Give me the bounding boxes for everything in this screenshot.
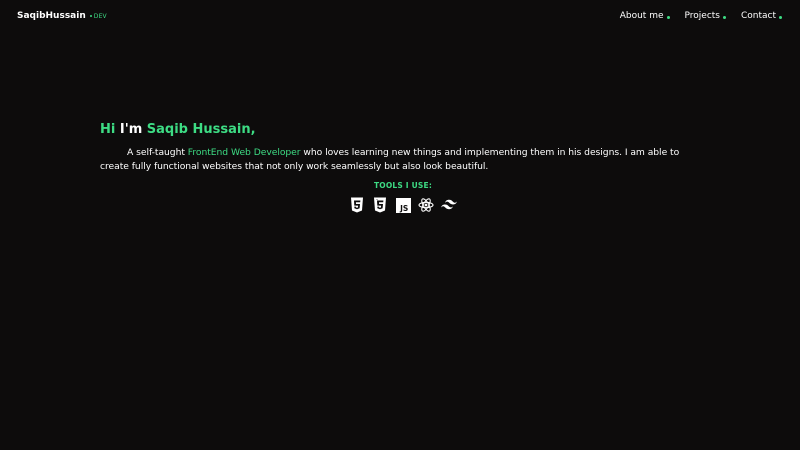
logo-dot <box>89 15 92 17</box>
nav-dot <box>666 16 670 19</box>
navbar: SaqibHussain DEV About me Projects Contac… <box>0 0 800 34</box>
javascript-icon-text: JS <box>399 204 408 213</box>
tools-list: JS <box>100 197 706 213</box>
hero-section: Hi I'm Saqib Hussain, A self-taught Fron… <box>100 121 706 213</box>
hero-intro: A self-taught FrontEnd Web Developer who… <box>100 146 706 174</box>
logo-name: SaqibHussain <box>17 11 86 21</box>
css3-icon <box>372 197 388 213</box>
logo-link[interactable]: SaqibHussain DEV <box>17 11 107 21</box>
nav-dot <box>779 16 782 19</box>
tools-title: TOOLS I USE: <box>373 181 433 190</box>
nav-link-about[interactable]: About me <box>620 11 670 21</box>
nav-link-label: About me <box>619 11 664 21</box>
nav-link-label: Projects <box>684 11 720 21</box>
nav-link-projects[interactable]: Projects <box>685 11 726 21</box>
react-icon <box>418 197 434 213</box>
html5-icon <box>349 197 365 213</box>
hero-greeting: Hi I'm Saqib Hussain, <box>100 121 706 139</box>
logo-suffix: DEV <box>93 13 107 20</box>
greeting-name: Saqib Hussain, <box>146 122 256 137</box>
javascript-icon: JS <box>395 197 411 213</box>
nav-links: About me Projects Contact <box>620 11 782 21</box>
nav-link-label: Contact <box>740 11 776 21</box>
nav-link-contact[interactable]: Contact <box>741 11 782 21</box>
page: SaqibHussain DEV About me Projects Contac… <box>0 0 800 450</box>
tailwind-icon <box>441 197 457 213</box>
greeting-hi: Hi <box>100 122 116 137</box>
nav-dot <box>722 16 726 19</box>
greeting-im: I'm <box>119 122 143 137</box>
intro-text-start: A self-taught <box>127 147 188 158</box>
intro-role: FrontEnd Web Developer <box>187 147 301 158</box>
